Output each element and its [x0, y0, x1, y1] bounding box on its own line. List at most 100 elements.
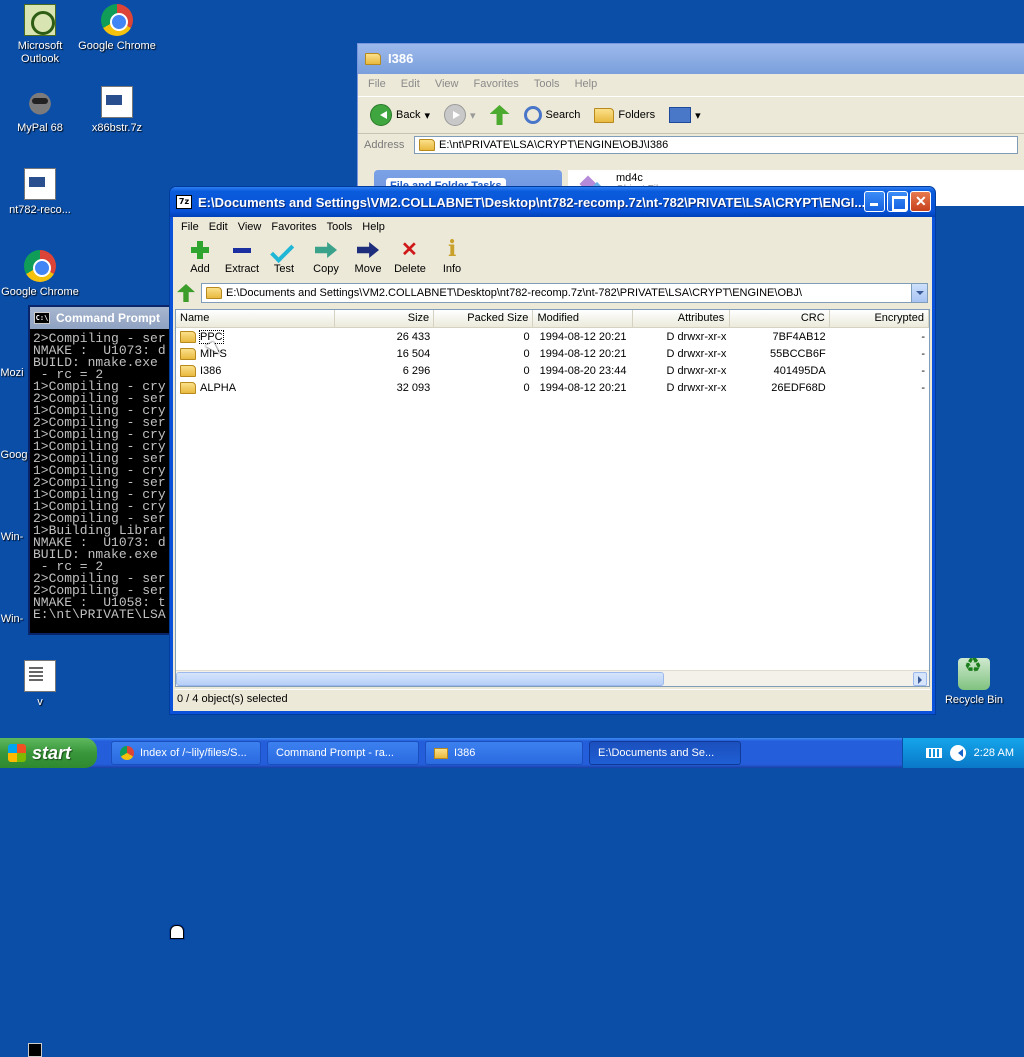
- copy-button[interactable]: Copy: [305, 237, 347, 275]
- scrollbar-thumb[interactable]: [176, 672, 664, 686]
- column-header-size[interactable]: Size: [335, 310, 435, 327]
- delete-x-icon: [389, 237, 431, 263]
- command-prompt-window[interactable]: C:\ Command Prompt 2>Compiling - ser NMAK…: [28, 305, 176, 635]
- menu-file[interactable]: File: [368, 78, 386, 90]
- extract-label: Extract: [224, 263, 260, 275]
- desktop-icon-label: nt782-reco...: [9, 204, 71, 216]
- table-row[interactable]: I386 6 296 0 1994-08-20 23:44 D drwxr-xr-x 40…: [176, 362, 929, 379]
- delete-button[interactable]: Delete: [389, 237, 431, 275]
- 7zip-titlebar[interactable]: 7z E:\Documents and Settings\VM2.COLLABN…: [170, 187, 935, 217]
- desktop-icon-recycle-bin[interactable]: Recycle Bin: [934, 658, 1014, 707]
- desktop-icon-mypal[interactable]: MyPal 68: [0, 86, 80, 135]
- back-button[interactable]: Back ▾: [366, 102, 434, 128]
- desktop-icon-x86bstr[interactable]: x86bstr.7z: [77, 86, 157, 135]
- clock[interactable]: 2:28 AM: [974, 747, 1014, 759]
- menu-file[interactable]: File: [177, 221, 203, 233]
- test-label: Test: [273, 263, 295, 275]
- path-input[interactable]: E:\Documents and Settings\VM2.COLLABNET\…: [201, 283, 928, 303]
- add-button[interactable]: Add: [179, 237, 221, 275]
- maximize-button[interactable]: [887, 191, 908, 212]
- menu-edit[interactable]: Edit: [205, 221, 232, 233]
- keyboard-icon[interactable]: [925, 748, 942, 758]
- cmd-titlebar[interactable]: C:\ Command Prompt: [30, 307, 174, 329]
- desktop-icon-v[interactable]: v: [0, 660, 80, 709]
- info-label: Info: [442, 263, 462, 275]
- taskbar-button-explorer[interactable]: I386: [425, 741, 583, 765]
- cell-name: PPC: [176, 329, 335, 344]
- column-header-modified[interactable]: Modified: [533, 310, 633, 327]
- folders-button[interactable]: Folders: [590, 106, 659, 125]
- table-row[interactable]: ALPHA 32 093 0 1994-08-12 20:21 D drwxr-xr-x…: [176, 379, 929, 396]
- desktop-icon-chrome[interactable]: Google Chrome: [77, 4, 157, 53]
- horizontal-scrollbar[interactable]: [176, 670, 929, 686]
- views-button[interactable]: ▾: [665, 105, 705, 125]
- column-header-encrypted[interactable]: Encrypted: [830, 310, 929, 327]
- info-button[interactable]: Info: [431, 236, 473, 275]
- window-title: E:\Documents and Settings\VM2.COLLABNET\…: [198, 194, 866, 210]
- up-folder-button[interactable]: [486, 103, 514, 127]
- minimize-button[interactable]: [864, 191, 885, 212]
- desktop-icon-chrome-2[interactable]: Google Chrome: [0, 250, 80, 299]
- folder-icon: [180, 381, 196, 394]
- delete-label: Delete: [394, 263, 426, 275]
- column-header-attributes[interactable]: Attributes: [633, 310, 731, 327]
- up-arrow-icon[interactable]: [177, 284, 195, 302]
- column-header-crc[interactable]: CRC: [730, 310, 830, 327]
- move-button[interactable]: Move: [347, 237, 389, 275]
- address-value: E:\nt\PRIVATE\LSA\CRYPT\ENGINE\OBJ\I386: [439, 139, 669, 151]
- folder-icon: [180, 330, 196, 343]
- scroll-right-button[interactable]: [913, 672, 927, 686]
- move-arrow-icon: [347, 239, 389, 263]
- explorer-window[interactable]: I386 File Edit View Favorites Tools Help…: [357, 43, 1024, 210]
- forward-button[interactable]: ▾: [440, 102, 480, 128]
- cell-attributes: D drwxr-xr-x: [666, 381, 727, 394]
- close-button[interactable]: [910, 191, 931, 212]
- address-input[interactable]: E:\nt\PRIVATE\LSA\CRYPT\ENGINE\OBJ\I386: [414, 136, 1018, 154]
- table-row[interactable]: PPC 26 433 0 1994-08-12 20:21 D drwxr-xr-x 7B…: [176, 328, 929, 345]
- desktop-icon-nt782[interactable]: nt782-reco...: [0, 168, 80, 217]
- chrome-icon: [101, 4, 133, 36]
- show-hidden-icons-icon[interactable]: [949, 745, 966, 761]
- console-output[interactable]: 2>Compiling - ser NMAKE : U1073: d BUILD: …: [30, 329, 174, 625]
- checkmark-icon: [263, 239, 305, 263]
- window-title: I386: [388, 51, 414, 66]
- move-label: Move: [354, 263, 382, 275]
- test-button[interactable]: Test: [263, 237, 305, 275]
- menu-help[interactable]: Help: [575, 78, 598, 90]
- menu-tools[interactable]: Tools: [323, 221, 357, 233]
- menu-favorites[interactable]: Favorites: [474, 78, 519, 90]
- cell-encrypted: -: [921, 381, 926, 394]
- taskbar-button-chrome[interactable]: Index of /~lily/files/S...: [111, 741, 261, 765]
- menu-favorites[interactable]: Favorites: [267, 221, 320, 233]
- menu-help[interactable]: Help: [358, 221, 389, 233]
- 7zip-menubar: File Edit View Favorites Tools Help: [173, 217, 932, 237]
- status-bar: 0 / 4 object(s) selected: [175, 689, 930, 707]
- search-button[interactable]: Search: [520, 104, 585, 126]
- table-body: PPC 26 433 0 1994-08-12 20:21 D drwxr-xr-x 7B…: [176, 328, 929, 396]
- cell-modified: 1994-08-12 20:21: [539, 381, 627, 394]
- column-header-packed-size[interactable]: Packed Size: [434, 310, 534, 327]
- column-header-name[interactable]: Name: [176, 310, 335, 327]
- archive-file-list[interactable]: Name Size Packed Size Modified Attribute…: [175, 309, 930, 687]
- explorer-titlebar[interactable]: I386: [358, 44, 1024, 74]
- taskbar-button-cmd[interactable]: Command Prompt - ra...: [28, 741, 419, 1057]
- cell-size: 26 433: [396, 330, 431, 343]
- views-icon: [669, 107, 692, 123]
- 7zip-window[interactable]: 7z E:\Documents and Settings\VM2.COLLABN…: [170, 187, 935, 714]
- desktop-icon-label: Google Chrome: [1, 286, 79, 298]
- menu-view[interactable]: View: [234, 221, 266, 233]
- path-dropdown-button[interactable]: [911, 284, 927, 302]
- back-label: Back: [396, 109, 421, 121]
- menu-view[interactable]: View: [435, 78, 459, 90]
- menu-edit[interactable]: Edit: [401, 78, 420, 90]
- taskbar-button-7zip[interactable]: E:\Documents and Se...: [170, 741, 741, 939]
- desktop-icon-outlook[interactable]: Microsoft Outlook: [0, 4, 80, 66]
- start-button[interactable]: start: [0, 738, 97, 768]
- desktop-icon-label: MyPal 68: [17, 122, 63, 134]
- taskbar: start Index of /~lily/files/S... Command…: [0, 738, 1024, 1057]
- menu-tools[interactable]: Tools: [534, 78, 560, 90]
- extract-button[interactable]: Extract: [221, 237, 263, 275]
- address-label: Address: [364, 139, 405, 151]
- cell-name: ALPHA: [176, 381, 335, 394]
- table-row[interactable]: MIPS 16 504 0 1994-08-12 20:21 D drwxr-xr-x 5…: [176, 345, 929, 362]
